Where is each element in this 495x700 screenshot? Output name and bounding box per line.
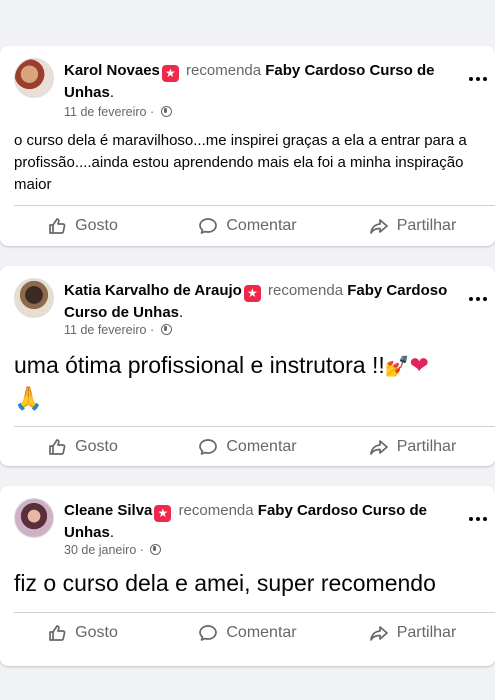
- share-label: Partilhar: [396, 217, 457, 234]
- comment-button[interactable]: Comentar: [165, 206, 330, 246]
- comment-button[interactable]: Comentar: [165, 613, 330, 653]
- globe-icon: [160, 106, 172, 117]
- star-badge-icon: ★: [161, 65, 179, 82]
- share-arrow-icon: [369, 219, 388, 234]
- comment-label: Comentar: [226, 217, 297, 234]
- like-button[interactable]: Gosto: [0, 427, 165, 467]
- share-button[interactable]: Partilhar: [330, 206, 495, 246]
- globe-icon: [150, 544, 162, 555]
- avatar[interactable]: [14, 498, 54, 538]
- star-badge-icon: ★: [154, 505, 172, 522]
- post-card: Karol Novaes ★ recomenda Faby Cardoso Cur…: [0, 46, 495, 246]
- recommends-label: recomenda: [178, 502, 254, 519]
- comment-button[interactable]: Comentar: [165, 427, 330, 467]
- recommends-label: recomenda: [268, 282, 344, 299]
- comment-label: Comentar: [226, 438, 297, 455]
- like-label: Gosto: [75, 438, 118, 455]
- like-button[interactable]: Gosto: [0, 206, 165, 246]
- action-bar: Gosto Comentar Partilhar: [0, 206, 495, 246]
- author-name[interactable]: Karol Novaes: [64, 62, 160, 79]
- post-meta: 11 de fevereiro ·: [64, 104, 172, 120]
- more-dots-icon[interactable]: [467, 294, 489, 304]
- nail-polish-emoji: 💅: [384, 356, 410, 378]
- post-meta: 30 de janeiro ·: [64, 542, 162, 558]
- like-label: Gosto: [75, 624, 118, 641]
- heart-emoji: ❤: [409, 352, 429, 378]
- share-arrow-icon: [369, 626, 388, 641]
- post-card: Cleane Silva ★ recomenda Faby Cardoso Cur…: [0, 486, 495, 666]
- more-dots-icon[interactable]: [467, 74, 489, 84]
- post-text: uma ótima profissional e instrutora !!💅❤…: [14, 350, 489, 414]
- share-label: Partilhar: [396, 438, 457, 455]
- share-label: Partilhar: [396, 624, 457, 641]
- speech-bubble-icon: [199, 218, 218, 234]
- thumbs-up-icon: [49, 218, 66, 234]
- more-dots-icon[interactable]: [467, 514, 489, 524]
- like-label: Gosto: [75, 217, 118, 234]
- action-bar: Gosto Comentar Partilhar: [0, 613, 495, 653]
- avatar[interactable]: [14, 58, 54, 98]
- share-button[interactable]: Partilhar: [330, 613, 495, 653]
- post-date[interactable]: 11 de fevereiro: [64, 323, 146, 337]
- post-header: Karol Novaes ★ recomenda Faby Cardoso Cur…: [64, 62, 435, 101]
- speech-bubble-icon: [199, 439, 218, 455]
- thumbs-up-icon: [49, 439, 66, 455]
- post-text: fiz o curso dela e amei, super recomendo: [14, 570, 436, 596]
- post-date[interactable]: 11 de fevereiro: [64, 105, 146, 119]
- star-badge-icon: ★: [243, 285, 261, 302]
- share-button[interactable]: Partilhar: [330, 427, 495, 467]
- thumbs-up-icon: [49, 625, 66, 641]
- author-name[interactable]: Katia Karvalho de Araujo: [64, 282, 242, 299]
- praying-hands-emoji: 🙏: [14, 385, 43, 411]
- action-bar: Gosto Comentar Partilhar: [0, 427, 495, 467]
- speech-bubble-icon: [199, 625, 218, 641]
- post-text-body: uma ótima profissional e instrutora !!: [14, 352, 385, 378]
- comment-label: Comentar: [226, 624, 297, 641]
- avatar[interactable]: [14, 278, 54, 318]
- recommends-label: recomenda: [186, 62, 262, 79]
- post-text: o curso dela é maravilhoso...me inspirei…: [14, 132, 467, 193]
- share-arrow-icon: [369, 440, 388, 455]
- globe-icon: [160, 324, 172, 335]
- post-header: Katia Karvalho de Araujo ★ recomenda Faby…: [64, 282, 448, 321]
- post-date[interactable]: 30 de janeiro: [64, 543, 136, 557]
- post-card: Katia Karvalho de Araujo ★ recomenda Faby…: [0, 266, 495, 466]
- post-header: Cleane Silva ★ recomenda Faby Cardoso Cur…: [64, 502, 427, 541]
- post-meta: 11 de fevereiro ·: [64, 322, 172, 338]
- like-button[interactable]: Gosto: [0, 613, 165, 653]
- author-name[interactable]: Cleane Silva: [64, 502, 152, 519]
